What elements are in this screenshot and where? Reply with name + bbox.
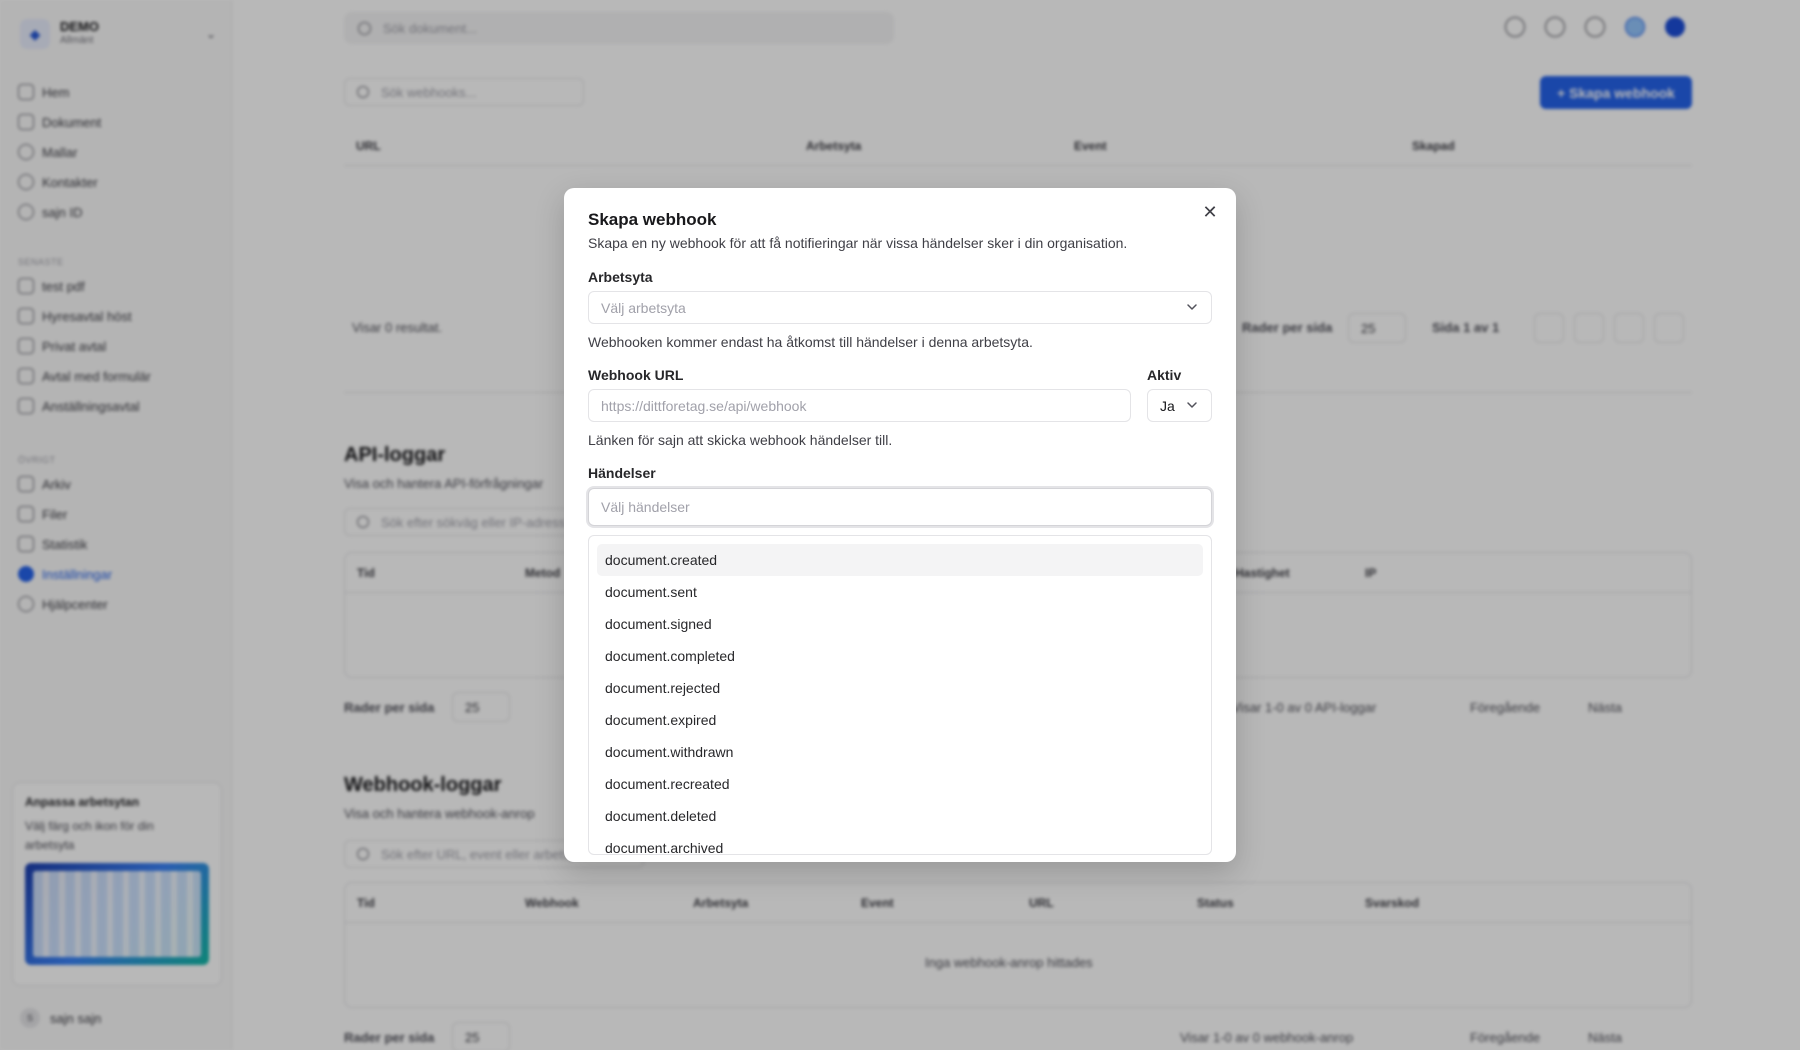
- event-option[interactable]: document.deleted: [597, 800, 1203, 832]
- events-multiselect[interactable]: Välj händelser: [588, 488, 1212, 526]
- dialog-description: Skapa en ny webhook för att få notifieri…: [588, 235, 1128, 251]
- webhook-url-help: Länken för sajn att skicka webhook hände…: [588, 432, 893, 448]
- events-label: Händelser: [588, 465, 656, 481]
- active-label: Aktiv: [1147, 367, 1182, 383]
- workspace-label: Arbetsyta: [588, 269, 653, 285]
- event-option[interactable]: document.completed: [597, 640, 1203, 672]
- active-select[interactable]: Ja: [1147, 389, 1212, 422]
- event-option[interactable]: document.withdrawn: [597, 736, 1203, 768]
- webhook-url-label: Webhook URL: [588, 367, 684, 383]
- events-dropdown-list[interactable]: document.created document.sent document.…: [588, 535, 1212, 855]
- chevron-down-icon: [1187, 402, 1197, 408]
- event-option[interactable]: document.recreated: [597, 768, 1203, 800]
- events-placeholder: Välj händelser: [601, 499, 690, 515]
- create-webhook-dialog: ✕ Skapa webhook Skapa en ny webhook för …: [564, 188, 1236, 862]
- workspace-select[interactable]: Välj arbetsyta: [588, 291, 1212, 324]
- event-option[interactable]: document.expired: [597, 704, 1203, 736]
- event-option[interactable]: document.created: [597, 544, 1203, 576]
- dialog-title: Skapa webhook: [588, 210, 717, 229]
- active-value: Ja: [1160, 397, 1175, 414]
- workspace-help: Webhooken kommer endast ha åtkomst till …: [588, 334, 1033, 350]
- close-icon[interactable]: ✕: [1200, 202, 1220, 222]
- webhook-url-input[interactable]: https://dittforetag.se/api/webhook: [588, 389, 1131, 422]
- url-placeholder: https://dittforetag.se/api/webhook: [601, 397, 807, 414]
- event-option[interactable]: document.archived: [597, 832, 1203, 854]
- event-option[interactable]: document.signed: [597, 608, 1203, 640]
- chevron-down-icon: [1187, 304, 1197, 310]
- event-option[interactable]: document.sent: [597, 576, 1203, 608]
- workspace-placeholder: Välj arbetsyta: [601, 299, 686, 316]
- event-option[interactable]: document.rejected: [597, 672, 1203, 704]
